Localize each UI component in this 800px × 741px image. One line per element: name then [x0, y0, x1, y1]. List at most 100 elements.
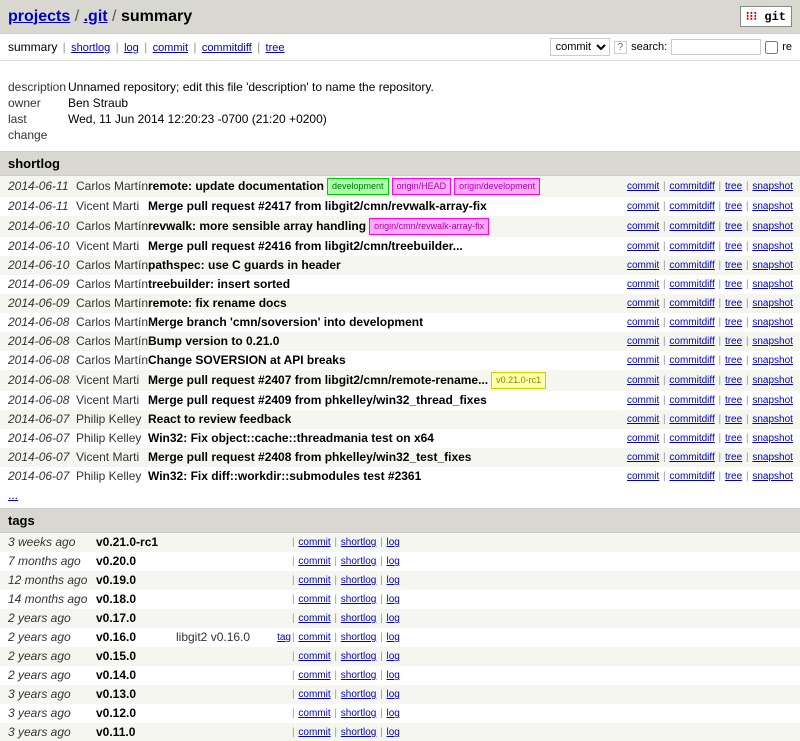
- commit-title[interactable]: remote: fix rename docs: [148, 296, 287, 311]
- search-type-select[interactable]: commit: [550, 38, 610, 56]
- action-snapshot[interactable]: snapshot: [752, 241, 793, 252]
- action-tree[interactable]: tree: [725, 471, 742, 482]
- search-help-icon[interactable]: ?: [614, 41, 628, 54]
- action-log[interactable]: log: [387, 727, 400, 738]
- breadcrumb-projects[interactable]: projects: [8, 8, 70, 25]
- action-shortlog[interactable]: shortlog: [341, 708, 377, 719]
- tag-name-link[interactable]: v0.18.0: [96, 592, 136, 606]
- commit-title[interactable]: Merge pull request #2408 from phkelley/w…: [148, 450, 471, 465]
- action-snapshot[interactable]: snapshot: [752, 336, 793, 347]
- commit-title[interactable]: Merge pull request #2407 from libgit2/cm…: [148, 373, 488, 388]
- action-commit[interactable]: commit: [298, 727, 330, 738]
- action-commitdiff[interactable]: commitdiff: [669, 395, 714, 406]
- action-log[interactable]: log: [387, 575, 400, 586]
- action-shortlog[interactable]: shortlog: [341, 575, 377, 586]
- ref-tag[interactable]: origin/cmn/revwalk-array-fix: [369, 218, 489, 235]
- action-commitdiff[interactable]: commitdiff: [669, 375, 714, 386]
- action-commit[interactable]: commit: [627, 375, 659, 386]
- nav-item-tree[interactable]: tree: [266, 42, 285, 54]
- action-shortlog[interactable]: shortlog: [341, 537, 377, 548]
- action-log[interactable]: log: [387, 537, 400, 548]
- tag-name-link[interactable]: v0.13.0: [96, 687, 136, 701]
- nav-item-shortlog[interactable]: shortlog: [71, 42, 110, 54]
- ref-tag[interactable]: origin/development: [454, 178, 540, 195]
- action-commit[interactable]: commit: [627, 355, 659, 366]
- nav-item-commit[interactable]: commit: [153, 42, 188, 54]
- commit-title[interactable]: Win32: Fix object::cache::threadmania te…: [148, 431, 434, 446]
- action-commit[interactable]: commit: [298, 689, 330, 700]
- action-snapshot[interactable]: snapshot: [752, 298, 793, 309]
- action-log[interactable]: log: [387, 670, 400, 681]
- nav-item-log[interactable]: log: [124, 42, 139, 54]
- action-commit[interactable]: commit: [627, 471, 659, 482]
- tag-name-link[interactable]: v0.21.0-rc1: [96, 535, 158, 549]
- action-log[interactable]: log: [387, 651, 400, 662]
- action-commitdiff[interactable]: commitdiff: [669, 336, 714, 347]
- action-snapshot[interactable]: snapshot: [752, 452, 793, 463]
- action-commitdiff[interactable]: commitdiff: [669, 433, 714, 444]
- commit-title[interactable]: pathspec: use C guards in header: [148, 258, 341, 273]
- action-tree[interactable]: tree: [725, 433, 742, 444]
- action-snapshot[interactable]: snapshot: [752, 395, 793, 406]
- action-tree[interactable]: tree: [725, 355, 742, 366]
- action-log[interactable]: log: [387, 594, 400, 605]
- action-commit[interactable]: commit: [627, 241, 659, 252]
- action-commit[interactable]: commit: [298, 594, 330, 605]
- ref-tag[interactable]: origin/HEAD: [392, 178, 452, 195]
- action-tree[interactable]: tree: [725, 452, 742, 463]
- action-commit[interactable]: commit: [627, 201, 659, 212]
- action-tree[interactable]: tree: [725, 221, 742, 232]
- action-commitdiff[interactable]: commitdiff: [669, 298, 714, 309]
- action-commit[interactable]: commit: [627, 221, 659, 232]
- commit-title[interactable]: Win32: Fix diff::workdir::submodules tes…: [148, 469, 421, 484]
- action-commitdiff[interactable]: commitdiff: [669, 471, 714, 482]
- action-tree[interactable]: tree: [725, 298, 742, 309]
- action-log[interactable]: log: [387, 689, 400, 700]
- commit-title[interactable]: treebuilder: insert sorted: [148, 277, 290, 292]
- action-tree[interactable]: tree: [725, 395, 742, 406]
- action-commit[interactable]: commit: [627, 317, 659, 328]
- commit-title[interactable]: Merge pull request #2416 from libgit2/cm…: [148, 239, 463, 254]
- action-tree[interactable]: tree: [725, 181, 742, 192]
- action-tree[interactable]: tree: [725, 375, 742, 386]
- action-snapshot[interactable]: snapshot: [752, 433, 793, 444]
- commit-title[interactable]: Bump version to 0.21.0: [148, 334, 279, 349]
- action-commit[interactable]: commit: [627, 395, 659, 406]
- action-commit[interactable]: commit: [627, 414, 659, 425]
- action-log[interactable]: log: [387, 632, 400, 643]
- action-commitdiff[interactable]: commitdiff: [669, 181, 714, 192]
- action-commit[interactable]: commit: [298, 613, 330, 624]
- action-tree[interactable]: tree: [725, 201, 742, 212]
- action-commitdiff[interactable]: commitdiff: [669, 241, 714, 252]
- action-commit[interactable]: commit: [627, 279, 659, 290]
- tag-name-link[interactable]: v0.11.0: [96, 725, 135, 739]
- tag-name-link[interactable]: v0.16.0: [96, 630, 136, 644]
- action-commitdiff[interactable]: commitdiff: [669, 260, 714, 271]
- action-tree[interactable]: tree: [725, 279, 742, 290]
- tag-name-link[interactable]: v0.20.0: [96, 554, 136, 568]
- action-commit[interactable]: commit: [298, 670, 330, 681]
- action-snapshot[interactable]: snapshot: [752, 414, 793, 425]
- tag-name-link[interactable]: v0.14.0: [96, 668, 136, 682]
- action-commit[interactable]: commit: [627, 181, 659, 192]
- action-shortlog[interactable]: shortlog: [341, 670, 377, 681]
- action-snapshot[interactable]: snapshot: [752, 279, 793, 290]
- commit-title[interactable]: React to review feedback: [148, 412, 291, 427]
- tag-name-link[interactable]: v0.12.0: [96, 706, 136, 720]
- action-shortlog[interactable]: shortlog: [341, 594, 377, 605]
- commit-title[interactable]: Merge pull request #2409 from phkelley/w…: [148, 393, 487, 408]
- commit-title[interactable]: revwalk: more sensible array handling: [148, 219, 366, 234]
- action-commit[interactable]: commit: [298, 632, 330, 643]
- action-snapshot[interactable]: snapshot: [752, 221, 793, 232]
- action-shortlog[interactable]: shortlog: [341, 727, 377, 738]
- tag-name-link[interactable]: v0.15.0: [96, 649, 136, 663]
- ref-tag[interactable]: v0.21.0-rc1: [491, 372, 546, 389]
- action-log[interactable]: log: [387, 708, 400, 719]
- action-commitdiff[interactable]: commitdiff: [669, 355, 714, 366]
- search-input[interactable]: [671, 39, 761, 55]
- action-snapshot[interactable]: snapshot: [752, 260, 793, 271]
- action-tag[interactable]: tag: [277, 632, 291, 643]
- action-commit[interactable]: commit: [627, 260, 659, 271]
- action-commit[interactable]: commit: [298, 651, 330, 662]
- action-tree[interactable]: tree: [725, 260, 742, 271]
